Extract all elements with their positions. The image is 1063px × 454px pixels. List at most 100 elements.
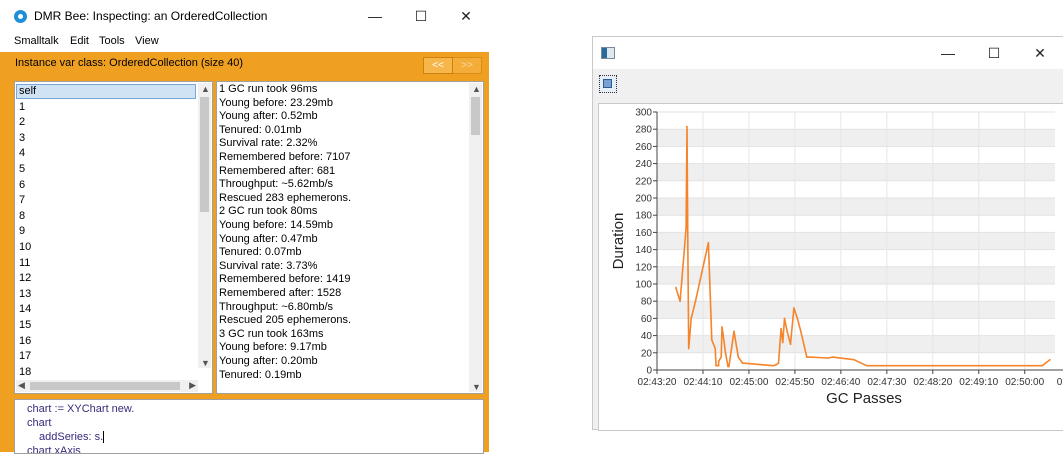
list-item[interactable]: 15: [19, 318, 31, 333]
list-item[interactable]: 10: [19, 240, 31, 255]
close-button[interactable]: ✕: [443, 0, 489, 32]
close-button[interactable]: ✕: [1017, 37, 1063, 69]
grid-band: [657, 301, 1055, 319]
list-item[interactable]: 9: [19, 224, 25, 239]
scroll-right-arrow-icon[interactable]: ▶: [189, 380, 196, 391]
scroll-down-arrow-icon[interactable]: ▼: [472, 382, 481, 392]
y-tick-label: 40: [641, 331, 653, 342]
value-line: Young after: 0.47mb: [219, 232, 318, 245]
data-point: [707, 241, 710, 244]
minimize-button[interactable]: —: [925, 37, 971, 69]
code-pane[interactable]: chart := XYChart new. chart addSeries: s…: [14, 399, 484, 454]
data-point: [1041, 364, 1043, 367]
y-tick-label: 100: [635, 280, 652, 291]
data-point: [783, 317, 786, 320]
list-item[interactable]: 1: [19, 100, 25, 115]
data-point: [865, 364, 868, 367]
data-point: [1049, 358, 1051, 361]
data-point: [853, 358, 855, 361]
chart-panel: 0 20 40 60 80 100 120 140 160 180 200 220 240 260 280 3…: [598, 103, 1063, 431]
minimize-button[interactable]: —: [352, 0, 398, 32]
scroll-up-arrow-icon[interactable]: ▲: [472, 84, 481, 94]
value-line: 3 GC run took 163ms: [219, 327, 324, 340]
data-point: [694, 300, 697, 302]
data-point: [690, 317, 693, 320]
next-button[interactable]: >>: [452, 57, 482, 74]
variable-list-hscrollbar[interactable]: ◀ ▶: [16, 380, 198, 392]
list-item[interactable]: 16: [19, 334, 31, 349]
window-icon: [601, 47, 615, 59]
data-point: [808, 356, 811, 358]
list-item-self[interactable]: self: [19, 84, 36, 99]
scroll-down-arrow-icon[interactable]: ▼: [201, 358, 210, 368]
data-point: [775, 364, 777, 366]
value-line: Remembered after: 681: [219, 164, 336, 177]
data-point: [685, 227, 687, 229]
value-line: Tenured: 0.19mb: [219, 368, 302, 381]
value-pane[interactable]: 1 GC run took 96ms Young before: 23.29mb Y…: [216, 81, 484, 394]
value-line: 2 GC run took 80ms: [219, 205, 318, 218]
value-line: 1 GC run took 96ms: [219, 83, 318, 95]
data-point: [687, 240, 689, 242]
value-line: Remembered before: 7107: [219, 151, 351, 163]
code-line: chart := XYChart new.: [27, 403, 135, 415]
inspector-window: DMR Bee: Inspecting: an OrderedCollectio…: [0, 0, 489, 454]
menu-edit[interactable]: Edit: [70, 35, 89, 47]
list-item[interactable]: 13: [19, 287, 31, 302]
value-line: Young before: 9.17mb: [219, 341, 327, 354]
data-point: [805, 356, 808, 358]
maximize-button[interactable]: ☐: [971, 37, 1017, 69]
maximize-button[interactable]: ☐: [398, 0, 444, 32]
grid-band: [657, 129, 1055, 147]
app-icon: [14, 10, 27, 23]
data-point: [741, 362, 744, 364]
text-caret: [103, 431, 105, 444]
list-item[interactable]: 11: [19, 256, 30, 271]
list-item[interactable]: 6: [19, 178, 25, 193]
data-point: [782, 341, 784, 344]
list-item[interactable]: 8: [19, 209, 25, 224]
value-line: Young after: 0.52mb: [219, 110, 318, 123]
value-pane-vscrollbar[interactable]: ▲ ▼: [469, 83, 482, 392]
code-line: addSeries: s.: [39, 431, 105, 444]
grid-band: [657, 232, 1055, 250]
list-item[interactable]: 2: [19, 115, 25, 130]
hscroll-thumb[interactable]: [30, 382, 180, 390]
list-item[interactable]: 5: [19, 162, 25, 177]
menu-view[interactable]: View: [135, 35, 159, 47]
data-point: [827, 357, 829, 359]
data-point: [737, 356, 740, 358]
value-line: Survival rate: 3.73%: [219, 259, 318, 272]
data-point: [831, 356, 834, 358]
data-point: [786, 330, 788, 333]
previous-button[interactable]: <<: [423, 57, 453, 74]
x-axis-label: GC Passes: [826, 390, 902, 407]
y-tick-label: 300: [635, 108, 652, 119]
data-point: [724, 352, 727, 354]
menu-smalltalk[interactable]: Smalltalk: [14, 35, 59, 47]
y-tick-label: 240: [635, 159, 652, 170]
list-item[interactable]: 3: [19, 131, 25, 146]
x-tick-label: 02:48:20: [913, 377, 952, 388]
list-item[interactable]: 4: [19, 146, 25, 161]
scroll-thumb[interactable]: [471, 97, 480, 135]
list-item[interactable]: 18: [19, 365, 31, 380]
scroll-thumb[interactable]: [200, 97, 209, 212]
list-item[interactable]: 12: [19, 271, 31, 286]
copy-chart-icon[interactable]: [599, 75, 617, 93]
list-item[interactable]: 17: [19, 349, 31, 364]
x-tick-label: 02:43:20: [638, 377, 677, 388]
value-line: Tenured: 0.07mb: [219, 246, 302, 259]
variable-list-vscrollbar[interactable]: ▲ ▼: [198, 83, 211, 368]
data-point: [675, 286, 677, 289]
data-point: [789, 343, 792, 345]
list-item[interactable]: 7: [19, 193, 25, 208]
menu-bar: Smalltalk Edit Tools View: [0, 32, 489, 52]
list-item[interactable]: 14: [19, 302, 31, 317]
scroll-up-arrow-icon[interactable]: ▲: [201, 84, 210, 94]
scroll-left-arrow-icon[interactable]: ◀: [18, 380, 25, 391]
menu-tools[interactable]: Tools: [99, 35, 125, 47]
variable-list[interactable]: self 1 2 3 4 5 6 7 8 9 10 11 12 13 14 15 16 17 18 ▲ ▼ ◀ ▶: [14, 81, 213, 394]
data-point: [733, 330, 735, 333]
data-point: [710, 339, 713, 341]
